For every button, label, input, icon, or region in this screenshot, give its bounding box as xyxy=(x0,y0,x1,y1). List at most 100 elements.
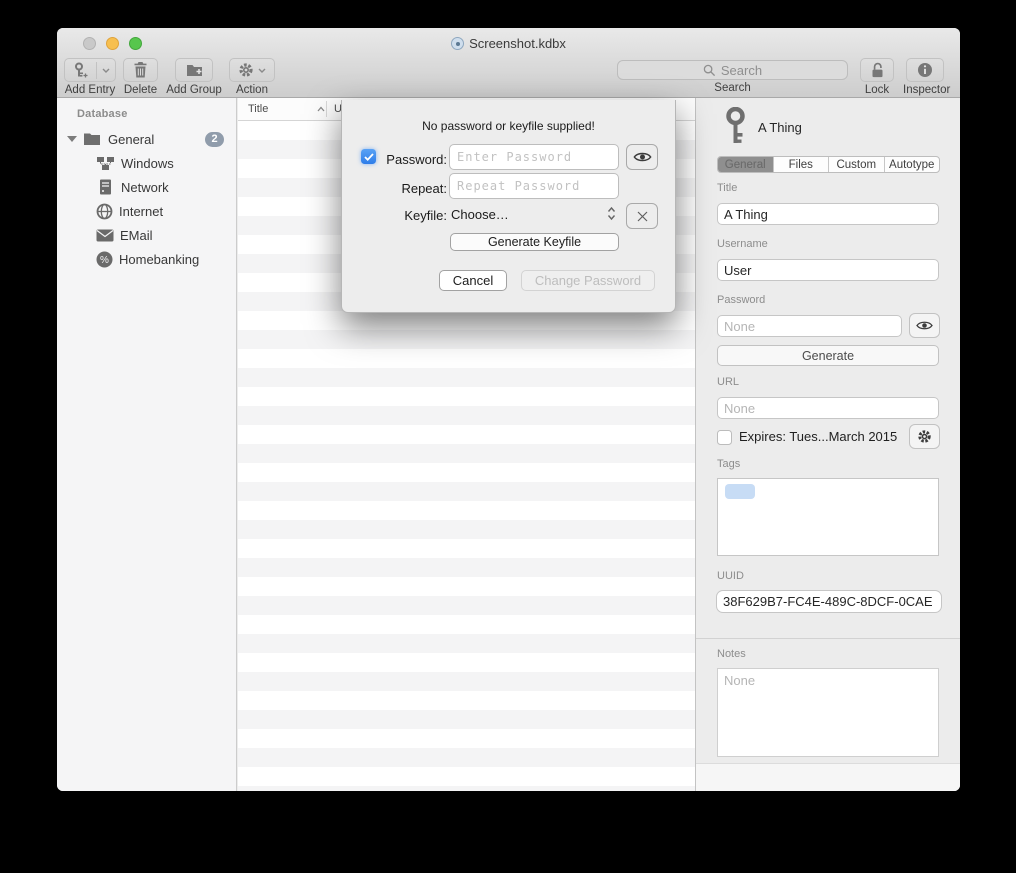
sidebar-item-homebanking[interactable]: % Homebanking xyxy=(57,247,236,271)
windows-network-icon xyxy=(96,156,115,171)
column-divider[interactable] xyxy=(326,101,327,117)
expires-checkbox[interactable] xyxy=(717,430,732,445)
app-window: Screenshot.kdbx Add Entry Delete xyxy=(57,28,960,791)
sidebar-item-general[interactable]: General 2 xyxy=(57,127,236,151)
dialog-reveal-button[interactable] xyxy=(626,144,658,170)
cancel-button[interactable]: Cancel xyxy=(439,270,507,291)
uuid-field[interactable] xyxy=(716,590,942,613)
add-entry-dropdown[interactable] xyxy=(97,68,115,73)
password-checkbox[interactable] xyxy=(361,149,376,164)
notes-divider xyxy=(696,638,960,639)
keyfile-popup[interactable]: Choose… xyxy=(451,207,509,222)
add-entry-button[interactable] xyxy=(64,58,116,82)
delete-button[interactable] xyxy=(123,58,158,82)
percent-icon: % xyxy=(96,251,113,268)
reveal-password-button[interactable] xyxy=(909,313,940,338)
inspector-tabs: General Files Custom Autotype xyxy=(717,156,940,173)
chevron-down-icon xyxy=(102,68,110,73)
entry-count-badge: 2 xyxy=(205,132,224,147)
key-icon xyxy=(723,107,748,152)
generate-keyfile-button[interactable]: Generate Keyfile xyxy=(450,233,619,251)
sidebar-header: Database xyxy=(77,108,128,120)
dialog-repeat-field[interactable] xyxy=(449,173,619,199)
search-label: Search xyxy=(617,82,848,94)
expires-label: Expires: Tues...March 2015 xyxy=(739,429,897,444)
sidebar-item-label: EMail xyxy=(120,228,153,243)
inspector-panel: A Thing General Files Custom Autotype Ti… xyxy=(695,98,960,791)
username-label: Username xyxy=(717,238,768,250)
checkmark-icon xyxy=(364,153,374,161)
server-icon xyxy=(96,179,115,195)
tags-field[interactable] xyxy=(717,478,939,556)
folder-icon xyxy=(83,132,101,146)
add-entry-label: Add Entry xyxy=(64,84,116,96)
envelope-icon xyxy=(96,229,114,242)
tab-autotype[interactable]: Autotype xyxy=(885,157,940,172)
change-password-sheet: No password or keyfile supplied! Passwor… xyxy=(341,100,676,313)
clear-keyfile-button[interactable] xyxy=(626,203,658,229)
sidebar-item-label: Network xyxy=(121,180,169,195)
password-label: Password xyxy=(717,294,765,306)
sidebar-item-email[interactable]: EMail xyxy=(57,223,236,247)
action-label: Action xyxy=(229,84,275,96)
username-field[interactable] xyxy=(717,259,939,281)
notes-label: Notes xyxy=(717,648,746,660)
search-placeholder: Search xyxy=(721,63,762,78)
gear-icon xyxy=(238,62,254,78)
tags-label: Tags xyxy=(717,458,740,470)
sidebar-item-windows[interactable]: Windows xyxy=(57,151,236,175)
search-input[interactable]: Search xyxy=(617,60,848,80)
inspector-label: Inspector xyxy=(903,84,947,96)
tab-general[interactable]: General xyxy=(718,157,774,172)
title-field[interactable] xyxy=(717,203,939,225)
add-group-label: Add Group xyxy=(165,84,223,96)
eye-icon xyxy=(633,151,652,163)
sheet-message: No password or keyfile supplied! xyxy=(342,119,675,133)
sidebar-item-label: Internet xyxy=(119,204,163,219)
dialog-password-label: Password: xyxy=(378,152,447,167)
generate-password-button[interactable]: Generate xyxy=(717,345,939,366)
inspector-footer xyxy=(696,763,960,791)
sidebar-item-network[interactable]: Network xyxy=(57,175,236,199)
entry-title: A Thing xyxy=(758,120,802,135)
svg-text:%: % xyxy=(100,255,109,266)
uuid-label: UUID xyxy=(717,570,744,582)
folder-plus-icon xyxy=(186,63,203,77)
url-field[interactable] xyxy=(717,397,939,419)
globe-icon xyxy=(96,203,113,220)
padlock-open-icon xyxy=(870,62,885,79)
dialog-keyfile-label: Keyfile: xyxy=(378,208,447,223)
change-password-button[interactable]: Change Password xyxy=(521,270,655,291)
column-header-title[interactable]: Title xyxy=(248,103,268,115)
password-field[interactable] xyxy=(717,315,902,337)
tab-files[interactable]: Files xyxy=(774,157,830,172)
sort-ascending-icon xyxy=(317,106,325,112)
dialog-password-field[interactable] xyxy=(449,144,619,170)
eye-icon xyxy=(916,320,933,331)
dialog-repeat-label: Repeat: xyxy=(378,181,447,196)
add-group-button[interactable] xyxy=(175,58,213,82)
gear-icon xyxy=(917,429,932,444)
sidebar-item-label: General xyxy=(108,132,154,147)
close-x-icon xyxy=(637,211,648,222)
inspector-button[interactable] xyxy=(906,58,944,82)
sidebar: Database General 2 Windows Network xyxy=(57,98,237,791)
delete-label: Delete xyxy=(123,84,158,96)
trash-icon xyxy=(134,62,147,78)
window-title: Screenshot.kdbx xyxy=(57,36,960,51)
tab-custom[interactable]: Custom xyxy=(829,157,885,172)
disclosure-triangle-icon[interactable] xyxy=(67,136,77,142)
notes-field[interactable] xyxy=(717,668,939,757)
expires-settings-button[interactable] xyxy=(909,424,940,449)
magnifier-icon xyxy=(703,64,716,77)
lock-button[interactable] xyxy=(860,58,894,82)
kdbx-document-icon xyxy=(451,37,464,50)
tag-token[interactable] xyxy=(725,484,755,499)
stepper-icon[interactable] xyxy=(607,206,616,226)
title-label: Title xyxy=(717,182,737,194)
action-button[interactable] xyxy=(229,58,275,82)
sidebar-item-internet[interactable]: Internet xyxy=(57,199,236,223)
lock-label: Lock xyxy=(860,84,894,96)
key-plus-icon xyxy=(65,62,97,79)
url-label: URL xyxy=(717,376,739,388)
